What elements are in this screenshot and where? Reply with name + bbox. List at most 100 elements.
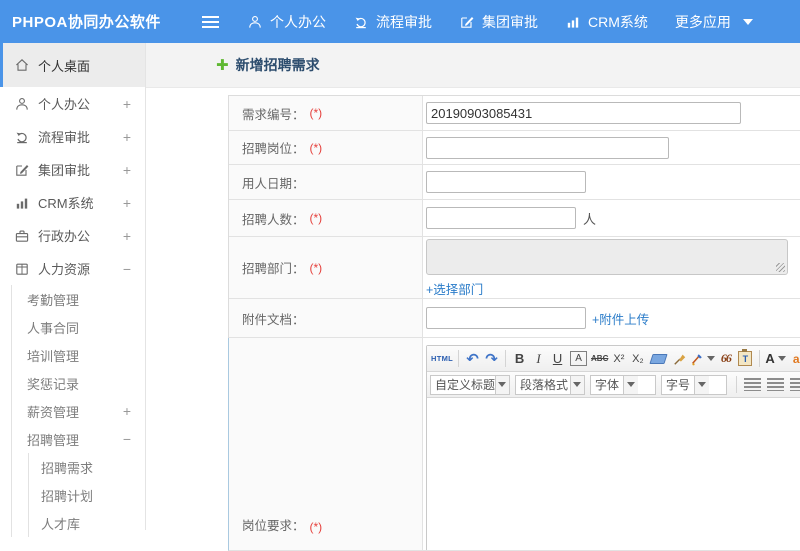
align-left-icon[interactable] — [744, 378, 761, 391]
sidebar-item-group-approval[interactable]: 集团审批 + — [0, 153, 145, 186]
label-text: 招聘部门： — [242, 262, 305, 276]
form-row-count: 招聘人数： (*) 人 — [229, 200, 800, 237]
sidebar-item-label: 个人桌面 — [38, 58, 91, 74]
toolbar-divider — [505, 350, 507, 367]
sidebar-item-recruit-mgmt[interactable]: 招聘管理 − — [12, 425, 145, 453]
req-no-input[interactable] — [426, 102, 741, 124]
paste-icon[interactable]: T — [738, 349, 753, 366]
form-row-req-no: 需求编号： (*) — [229, 96, 800, 131]
count-input[interactable] — [426, 207, 576, 229]
form-row-dept: 招聘部门： (*) +选择部门 — [229, 237, 800, 299]
attachment-upload-link[interactable]: +附件上传 — [592, 309, 649, 328]
sidebar-item-personal-desktop[interactable]: 个人桌面 — [0, 43, 145, 87]
briefcase-icon — [14, 228, 30, 244]
align-right-icon[interactable] — [790, 378, 800, 391]
expand-plus-icon[interactable]: + — [123, 129, 131, 145]
field-label: 需求编号： (*) — [229, 96, 423, 130]
job-input[interactable] — [426, 136, 669, 159]
menu-toggle-icon[interactable] — [202, 16, 219, 28]
blockquote-button[interactable]: 66 — [717, 349, 734, 369]
nav-personal-office[interactable]: 个人办公 — [247, 12, 326, 32]
superscript-button[interactable]: X² — [610, 349, 627, 369]
undo-button[interactable]: ↶ — [464, 349, 481, 369]
form-row-job: 招聘岗位： (*) — [229, 131, 800, 165]
background-color-button[interactable]: a — [788, 349, 800, 369]
border-text-button[interactable]: A — [570, 351, 588, 366]
sidebar-item-reward-punishment[interactable]: 奖惩记录 — [12, 369, 145, 397]
paragraph-format-select[interactable]: 段落格式 — [515, 374, 585, 395]
italic-button[interactable]: I — [530, 349, 547, 369]
format-painter-icon[interactable] — [671, 349, 688, 369]
sidebar-item-label: 流程审批 — [38, 130, 91, 145]
user-icon — [14, 96, 30, 112]
nav-group-approval[interactable]: 集团审批 — [459, 12, 538, 32]
sidebar-item-process-approval[interactable]: 流程审批 + — [0, 120, 145, 153]
caret-down-icon — [623, 375, 639, 394]
select-label: 自定义标题 — [435, 378, 495, 392]
sidebar-item-attendance-mgmt[interactable]: 考勤管理 — [12, 285, 145, 313]
count-unit-label: 人 — [583, 211, 597, 227]
sidebar-item-talent-pool[interactable]: 人才库 — [29, 509, 145, 537]
expand-minus-icon[interactable]: − — [123, 431, 131, 447]
dept-textarea[interactable] — [426, 239, 788, 275]
sidebar-item-recruit-demand[interactable]: 招聘需求 — [29, 453, 145, 481]
required-mark: (*) — [309, 106, 323, 120]
sidebar-item-crm-system[interactable]: CRM系统 + — [0, 186, 145, 219]
rich-text-editor: HTML ↶ ↷ B I U A ABC X² X₂ 66 T A a 自定义标… — [426, 345, 800, 550]
sidebar-item-training-mgmt[interactable]: 培训管理 — [12, 341, 145, 369]
highlight-pen-icon[interactable] — [690, 349, 716, 369]
nav-crm-system[interactable]: CRM系统 — [565, 12, 648, 32]
nav-more-apps[interactable]: 更多应用 — [675, 12, 753, 32]
caret-down-icon — [707, 356, 716, 361]
expand-minus-icon[interactable]: − — [123, 261, 131, 277]
eraser-icon[interactable] — [649, 353, 668, 364]
toolbar-divider — [759, 350, 761, 367]
bold-button[interactable]: B — [511, 349, 528, 369]
sidebar-item-label: 行政办公 — [38, 229, 91, 244]
expand-plus-icon[interactable]: + — [123, 195, 131, 211]
toolbar-divider — [458, 350, 460, 367]
label-text: 用人日期： — [242, 176, 305, 191]
expand-plus-icon[interactable]: + — [123, 162, 131, 178]
caret-down-icon — [694, 375, 710, 394]
custom-title-select[interactable]: 自定义标题 — [430, 374, 510, 395]
label-text: 招聘人数： — [242, 212, 305, 227]
sidebar-item-salary-mgmt[interactable]: 薪资管理 + — [12, 397, 145, 425]
strikethrough-button[interactable]: ABC — [591, 349, 608, 369]
nav-process-approval[interactable]: 流程审批 — [353, 12, 432, 32]
underline-button[interactable]: U — [549, 349, 566, 369]
nav-label: 集团审批 — [482, 13, 538, 30]
sidebar-item-personal-office[interactable]: 个人办公 + — [0, 87, 145, 120]
font-family-select[interactable]: 字体 — [590, 374, 656, 395]
select-dept-link[interactable]: +选择部门 — [426, 279, 483, 298]
source-code-button[interactable]: HTML — [431, 349, 453, 369]
subscript-button[interactable]: X₂ — [629, 349, 646, 369]
sidebar-item-admin-office[interactable]: 行政办公 + — [0, 219, 145, 252]
main-content: ✚ 新增招聘需求 需求编号： (*) 招聘岗位： (*) — [146, 43, 800, 551]
sidebar-item-label: 个人办公 — [38, 97, 91, 112]
hr-submenu: 考勤管理 人事合同 培训管理 奖惩记录 薪资管理 + 招聘管理 − 招聘需求 招… — [11, 285, 145, 537]
header-nav: 个人办公 流程审批 集团审批 CRM系统 更多应用 — [247, 0, 780, 43]
font-color-button[interactable]: A — [765, 349, 786, 369]
editor-content-area[interactable] — [427, 398, 800, 550]
attachment-input[interactable] — [426, 307, 586, 329]
recruit-submenu: 招聘需求 招聘计划 人才库 — [28, 453, 145, 537]
expand-plus-icon[interactable]: + — [123, 403, 131, 419]
sidebar-item-label: 招聘计划 — [41, 488, 94, 504]
edit-icon — [459, 14, 475, 30]
font-size-select[interactable]: 字号 — [661, 374, 727, 395]
field-value — [423, 96, 800, 130]
book-icon — [14, 261, 30, 277]
redo-button[interactable]: ↷ — [483, 349, 500, 369]
expand-plus-icon[interactable]: + — [123, 228, 131, 244]
sidebar-item-human-resources[interactable]: 人力资源 − — [0, 252, 145, 285]
align-center-icon[interactable] — [767, 378, 784, 391]
user-icon — [247, 14, 263, 30]
sidebar-item-personnel-contract[interactable]: 人事合同 — [12, 313, 145, 341]
date-input[interactable] — [426, 171, 586, 193]
sidebar-item-label: 集团审批 — [38, 163, 91, 178]
expand-plus-icon[interactable]: + — [123, 96, 131, 112]
sidebar-item-recruit-plan[interactable]: 招聘计划 — [29, 481, 145, 509]
field-label: 招聘人数： (*) — [229, 200, 423, 236]
label-text: 岗位要求： — [242, 519, 305, 533]
